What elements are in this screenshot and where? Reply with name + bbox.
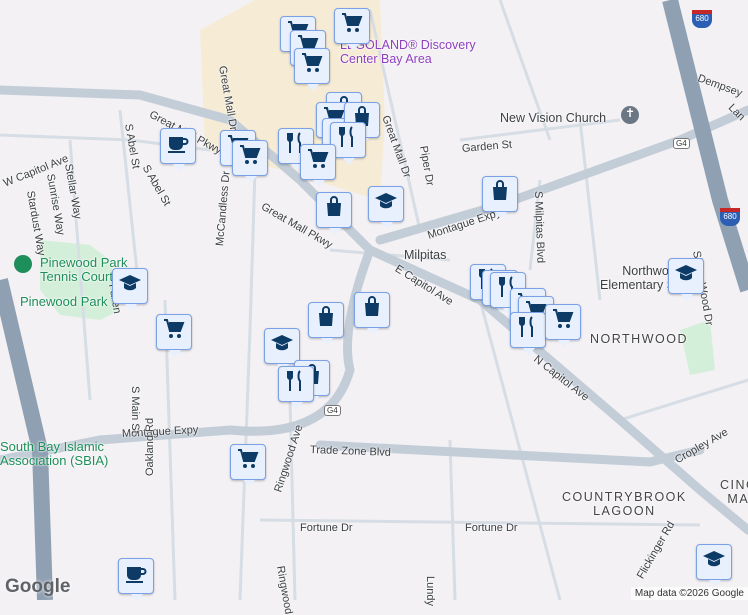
cart-marker[interactable] <box>294 48 330 91</box>
school-marker[interactable] <box>264 328 300 371</box>
cart-marker[interactable] <box>545 304 581 347</box>
bag-marker[interactable] <box>354 292 390 335</box>
street-fortune: Fortune Dr <box>300 522 353 534</box>
street-s-milpitas: S Milpitas Blvd <box>532 190 547 264</box>
map-attribution[interactable]: Map data ©2026 Google <box>630 587 748 600</box>
school-icon <box>702 547 726 577</box>
cinc-label: CINCMA <box>720 478 748 506</box>
school-marker[interactable] <box>112 268 148 311</box>
coffee-marker[interactable] <box>118 558 154 601</box>
restaurant-icon <box>284 369 308 399</box>
school-marker[interactable] <box>368 186 404 229</box>
shopping-cart-icon <box>340 11 364 41</box>
church-icon: ✝ <box>621 106 639 124</box>
cb-line2: LAGOON <box>593 504 656 518</box>
shopping-bag-icon <box>360 295 384 325</box>
shopping-cart-icon <box>238 143 262 173</box>
street-oakland: Oakland Rd <box>144 417 156 476</box>
cinc-line1: CINC <box>720 478 748 492</box>
shopping-cart-icon <box>300 51 324 81</box>
shopping-bag-icon <box>314 305 338 335</box>
street-s-main: S Main St <box>129 386 141 434</box>
school-marker[interactable] <box>668 258 704 301</box>
i680-shield: 680 <box>692 10 712 28</box>
school-marker[interactable] <box>696 544 732 587</box>
northwood-label: NORTHWOOD <box>590 332 688 346</box>
bag-marker[interactable] <box>316 192 352 235</box>
countrybrook-label: COUNTRYBROOK LAGOON <box>562 490 687 518</box>
cart-marker[interactable] <box>300 144 336 187</box>
cart-marker[interactable] <box>334 8 370 51</box>
pinewood-park-label[interactable]: Pinewood Park <box>20 294 107 309</box>
shopping-bag-icon <box>322 195 346 225</box>
sbia-line1: South Bay Islamic <box>0 439 105 454</box>
school-icon <box>674 261 698 291</box>
coffee-icon <box>166 131 190 161</box>
street-lundy: Lundy <box>424 576 436 606</box>
restaurant-marker[interactable] <box>278 366 314 409</box>
shopping-cart-icon <box>162 317 186 347</box>
bag-marker[interactable] <box>482 176 518 219</box>
shopping-cart-icon <box>551 307 575 337</box>
google-logo[interactable]: Google <box>5 576 70 598</box>
sbia-label[interactable]: South Bay Islamic Association (SBIA) <box>0 440 108 468</box>
bag-marker[interactable] <box>308 302 344 345</box>
i680-shield-2: 680 <box>720 208 740 226</box>
school-icon <box>118 271 142 301</box>
sbia-line2: Association (SBIA) <box>0 453 109 468</box>
street-fortune-2: Fortune Dr <box>465 522 518 534</box>
restaurant-marker[interactable] <box>510 312 546 355</box>
shopping-cart-icon <box>306 147 330 177</box>
restaurant-icon <box>516 315 540 345</box>
shopping-cart-icon <box>236 447 260 477</box>
church-label[interactable]: New Vision Church <box>500 111 606 125</box>
restaurant-icon <box>336 125 360 155</box>
school-icon <box>374 189 398 219</box>
coffee-icon <box>124 561 148 591</box>
cinc-line2: MA <box>727 492 748 506</box>
cb-line1: COUNTRYBROOK <box>562 490 687 504</box>
milpitas-station-label[interactable]: Milpitas <box>404 248 446 262</box>
cart-marker[interactable] <box>156 314 192 357</box>
school-icon <box>270 331 294 361</box>
cart-marker[interactable] <box>232 140 268 183</box>
cart-marker[interactable] <box>230 444 266 487</box>
park-pin-icon <box>14 255 32 273</box>
legoland-line2: Center Bay Area <box>340 52 432 66</box>
g4-shield: G4 <box>324 405 341 416</box>
shopping-bag-icon <box>488 179 512 209</box>
coffee-marker[interactable] <box>160 128 196 171</box>
g4-shield-2: G4 <box>673 138 690 149</box>
